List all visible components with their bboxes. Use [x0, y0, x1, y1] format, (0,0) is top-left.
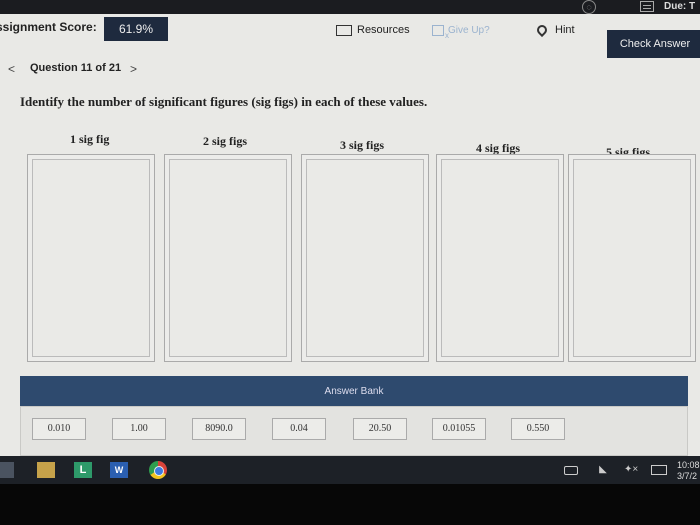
- chevron-left-icon[interactable]: <: [8, 62, 15, 76]
- keyboard-icon[interactable]: [651, 465, 667, 475]
- column-label-1-sig-fig: 1 sig fig: [70, 132, 110, 146]
- answer-chip[interactable]: 20.50: [353, 418, 407, 440]
- volume-muted-icon[interactable]: ✦×: [624, 464, 638, 476]
- drop-zone-inner: [32, 159, 150, 357]
- screen-bezel: [0, 484, 700, 525]
- question-prompt: Identify the number of significant figur…: [20, 94, 428, 109]
- check-answer-button[interactable]: Check Answer: [607, 30, 700, 58]
- drop-zone-inner: [573, 159, 691, 357]
- drop-zone-inner: [306, 159, 424, 357]
- give-up-icon: [432, 24, 449, 40]
- answer-chip[interactable]: 8090.0: [192, 418, 246, 440]
- due-date-label: Due: T: [664, 1, 696, 12]
- drop-zone-1-sig-fig[interactable]: [27, 154, 155, 362]
- file-explorer-icon[interactable]: [0, 462, 14, 478]
- give-up-button[interactable]: Give Up?: [432, 18, 490, 42]
- calendar-icon: [640, 1, 654, 12]
- drop-zone-3-sig-figs[interactable]: [301, 154, 429, 362]
- taskbar: [0, 456, 700, 484]
- hint-button[interactable]: Hint: [534, 18, 575, 42]
- clock-date: 3/7/2: [677, 471, 698, 481]
- hint-label: Hint: [555, 24, 575, 36]
- resources-label: Resources: [357, 24, 410, 36]
- drop-zone-5-sig-figs[interactable]: [568, 154, 696, 362]
- store-icon[interactable]: [37, 462, 55, 478]
- l-app-icon[interactable]: L: [74, 462, 92, 478]
- drop-zone-2-sig-figs[interactable]: [164, 154, 292, 362]
- answer-chip[interactable]: 0.04: [272, 418, 326, 440]
- question-counter: Question 11 of 21: [30, 62, 122, 74]
- battery-icon[interactable]: [564, 466, 578, 475]
- answer-chip[interactable]: 0.550: [511, 418, 565, 440]
- answer-chip[interactable]: 0.010: [32, 418, 86, 440]
- word-icon[interactable]: W: [110, 462, 128, 478]
- taskbar-clock[interactable]: 10:08 3/7/2: [677, 460, 700, 482]
- assignment-page: ssignment Score: 61.9% Resources Give Up…: [0, 14, 700, 456]
- drop-zone-4-sig-figs[interactable]: [436, 154, 564, 362]
- give-up-label: Give Up?: [448, 24, 490, 36]
- wifi-icon[interactable]: ◣: [596, 464, 610, 476]
- answer-chip[interactable]: 0.01055: [432, 418, 486, 440]
- column-label-2-sig-figs: 2 sig figs: [203, 134, 248, 148]
- document-icon: [336, 24, 352, 36]
- resources-button[interactable]: Resources: [336, 18, 412, 42]
- drop-zone-inner: [441, 159, 559, 357]
- column-label-3-sig-figs: 3 sig figs: [340, 138, 385, 152]
- clock-time: 10:08: [677, 460, 700, 470]
- window-circle-icon[interactable]: ◌: [582, 0, 596, 14]
- assignment-score-value: 61.9%: [104, 17, 168, 41]
- chrome-icon[interactable]: [149, 461, 167, 479]
- assignment-score-label: ssignment Score:: [0, 20, 97, 34]
- answer-chip[interactable]: 1.00: [112, 418, 166, 440]
- location-pin-icon: [534, 22, 550, 38]
- window-top-strip: ◌ Due: T: [0, 0, 700, 14]
- drop-zone-inner: [169, 159, 287, 357]
- chevron-right-icon[interactable]: >: [130, 62, 137, 76]
- answer-bank-header: Answer Bank: [20, 376, 688, 406]
